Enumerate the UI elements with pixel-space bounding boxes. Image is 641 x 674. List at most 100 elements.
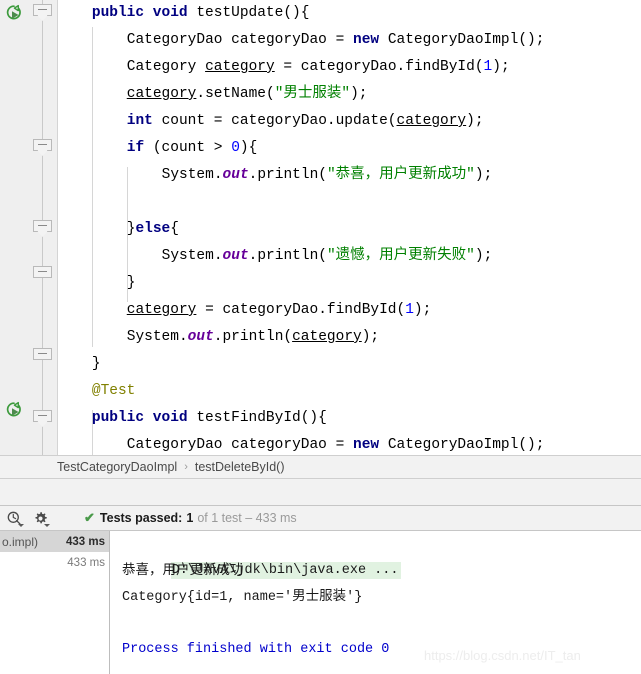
test-tree-row-duration: 433 ms bbox=[65, 535, 105, 548]
code-token: count = categoryDao.update( bbox=[161, 113, 397, 129]
code-token: 1 bbox=[405, 302, 414, 318]
editor-run-gutter[interactable] bbox=[0, 0, 28, 455]
code-token: CategoryDaoImpl(); bbox=[387, 32, 545, 48]
code-line: System.out.println("遗憾，用户更新失败"); bbox=[162, 243, 493, 270]
run-test-icon-testfindbyid[interactable] bbox=[4, 400, 24, 420]
code-token: CategoryDaoImpl(); bbox=[387, 437, 545, 453]
code-line: category.setName("男士服装"); bbox=[127, 81, 368, 108]
code-line: System.out.println(category); bbox=[127, 324, 379, 351]
run-panel-tabstrip[interactable] bbox=[0, 479, 641, 506]
breadcrumb-class[interactable]: TestCategoryDaoImpl bbox=[57, 460, 177, 474]
code-token: testFindById(){ bbox=[196, 410, 327, 426]
code-token: out bbox=[222, 248, 249, 264]
code-token: public bbox=[91, 5, 153, 21]
console-output-line-2: Category{id=1, name='男士服装'} bbox=[122, 590, 363, 605]
code-token: testUpdate(){ bbox=[196, 5, 310, 21]
code-editor[interactable]: public void testUpdate(){CategoryDao cat… bbox=[0, 0, 641, 455]
fold-marker-method-testupdate[interactable] bbox=[33, 4, 52, 21]
code-token: else bbox=[135, 221, 171, 237]
history-icon[interactable] bbox=[3, 507, 25, 529]
code-token: ); bbox=[350, 86, 368, 102]
code-token: Category bbox=[126, 59, 206, 75]
code-token: category bbox=[126, 302, 197, 318]
code-token: System. bbox=[161, 167, 223, 183]
code-token: = categoryDao.findById( bbox=[196, 302, 406, 318]
code-token: ); bbox=[466, 113, 484, 129]
code-line: public void testUpdate(){ bbox=[92, 0, 310, 27]
code-token: ){ bbox=[239, 140, 258, 156]
chevron-right-icon: › bbox=[184, 461, 188, 473]
code-token: void bbox=[152, 410, 197, 426]
code-line: category = categoryDao.findById(1); bbox=[127, 297, 432, 324]
code-line: if (count > 0){ bbox=[127, 135, 258, 162]
code-token: } bbox=[91, 356, 101, 372]
code-token: (count > bbox=[152, 140, 232, 156]
code-token: .println( bbox=[213, 329, 293, 345]
code-line: int count = categoryDao.update(category)… bbox=[127, 108, 484, 135]
code-token: .println( bbox=[248, 248, 327, 264]
code-line: }else{ bbox=[127, 216, 179, 243]
indent-guide-1 bbox=[92, 27, 93, 347]
code-token: = categoryDao.findById( bbox=[274, 59, 484, 75]
fold-marker-block-end[interactable] bbox=[33, 266, 52, 282]
fold-marker-method-end[interactable] bbox=[33, 348, 52, 364]
code-token: out bbox=[187, 329, 214, 345]
history-dropdown-caret[interactable] bbox=[18, 524, 24, 527]
tests-passed-count: 1 bbox=[186, 511, 194, 525]
code-line: Category category = categoryDao.findById… bbox=[127, 54, 510, 81]
code-token: "恭喜，用户更新成功" bbox=[326, 167, 475, 183]
run-test-icon-testupdate[interactable] bbox=[4, 3, 24, 23]
code-token: category bbox=[292, 329, 362, 345]
code-token: CategoryDao categoryDao = bbox=[126, 32, 353, 48]
code-token: } bbox=[126, 275, 136, 291]
code-line: } bbox=[127, 270, 136, 297]
code-token: System. bbox=[161, 248, 223, 264]
breadcrumb-method[interactable]: testDeleteById() bbox=[195, 460, 285, 474]
code-line: @Test bbox=[92, 378, 136, 405]
intellij-idea-window: public void testUpdate(){CategoryDao cat… bbox=[0, 0, 641, 674]
console-process-finished: Process finished with exit code 0 bbox=[122, 642, 390, 657]
fold-marker-else-block[interactable] bbox=[33, 220, 52, 237]
code-line: System.out.println("恭喜，用户更新成功"); bbox=[162, 162, 493, 189]
code-line: } bbox=[92, 351, 101, 378]
code-token: new bbox=[353, 437, 388, 453]
code-text-area[interactable]: public void testUpdate(){CategoryDao cat… bbox=[57, 0, 641, 455]
test-results-tree[interactable]: o.impl) 433 ms 433 ms bbox=[0, 531, 110, 674]
check-icon: ✔ bbox=[84, 510, 95, 525]
code-token: ); bbox=[474, 248, 493, 264]
test-tree-row-label: o.impl) bbox=[2, 534, 39, 549]
code-token: "男士服装" bbox=[274, 86, 351, 102]
fold-marker-if-block[interactable] bbox=[33, 139, 52, 156]
csdn-watermark: https://blog.csdn.net/IT_tan bbox=[424, 648, 581, 663]
code-token: ); bbox=[474, 167, 493, 183]
code-token: System. bbox=[126, 329, 188, 345]
test-tree-row[interactable]: o.impl) 433 ms bbox=[0, 531, 109, 552]
code-token: void bbox=[152, 5, 197, 21]
code-token: { bbox=[170, 221, 179, 237]
code-token: 1 bbox=[483, 59, 493, 75]
code-token: 0 bbox=[231, 140, 240, 156]
code-token: ); bbox=[361, 329, 380, 345]
test-tree-row[interactable]: 433 ms bbox=[0, 552, 109, 573]
code-token: category bbox=[396, 113, 467, 129]
tests-passed-label: Tests passed: bbox=[99, 511, 183, 525]
code-token: out bbox=[222, 167, 249, 183]
breadcrumb[interactable]: TestCategoryDaoImpl › testDeleteById() bbox=[0, 455, 641, 479]
code-line: public void testFindById(){ bbox=[92, 405, 327, 432]
code-token: int bbox=[126, 113, 162, 129]
test-status-text: ✔ Tests passed: 1 of 1 test – 433 ms bbox=[84, 510, 297, 526]
code-token: if bbox=[126, 140, 153, 156]
code-token: CategoryDao categoryDao = bbox=[126, 437, 353, 453]
code-line: CategoryDao categoryDao = new CategoryDa… bbox=[127, 27, 545, 54]
code-token: new bbox=[353, 32, 388, 48]
code-token: @Test bbox=[91, 383, 136, 399]
tests-detail: of 1 test – 433 ms bbox=[197, 511, 297, 525]
settings-dropdown-caret[interactable] bbox=[44, 524, 50, 527]
fold-marker-method-testfindbyid[interactable] bbox=[33, 410, 52, 427]
test-tree-row-duration: 433 ms bbox=[67, 556, 105, 569]
editor-fold-gutter[interactable] bbox=[28, 0, 58, 455]
code-token: ); bbox=[492, 59, 510, 75]
test-status-bar: ✔ Tests passed: 1 of 1 test – 433 ms bbox=[0, 506, 641, 531]
code-token: .setName( bbox=[196, 86, 275, 102]
gear-icon[interactable] bbox=[29, 507, 51, 529]
